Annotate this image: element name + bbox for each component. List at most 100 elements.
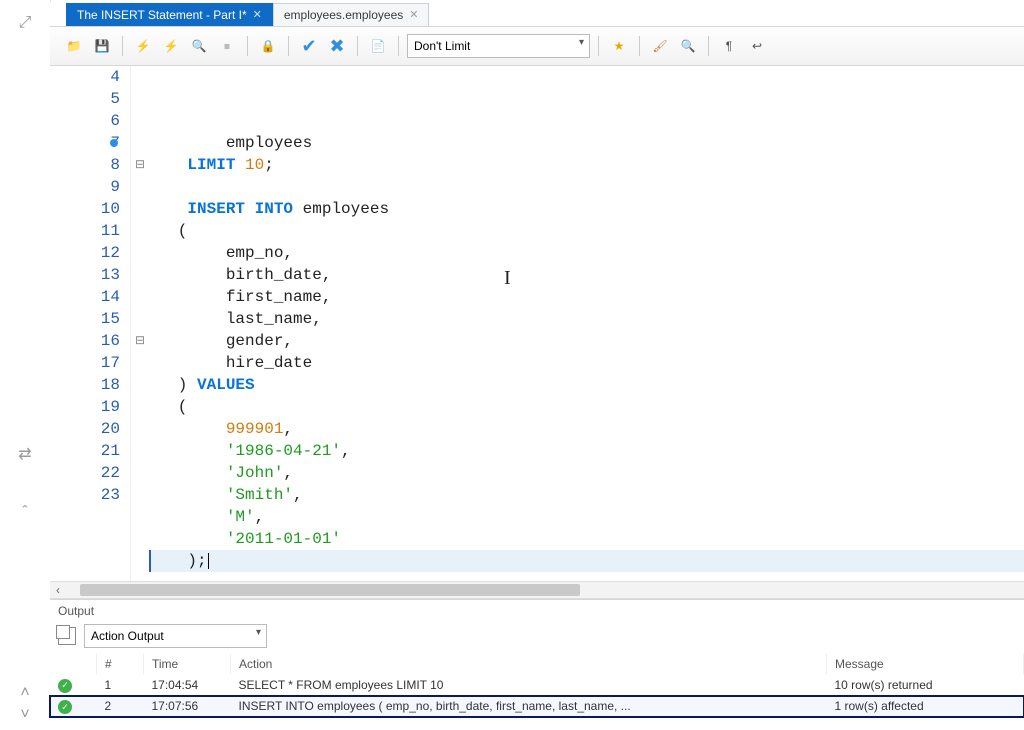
line-number: 10 (50, 198, 120, 220)
output-table: # Time Action Message ✓117:04:54SELECT *… (50, 654, 1024, 717)
explain-button[interactable]: 🔍 (187, 34, 211, 58)
output-panel: Output # Time Action Message ✓117:04:54S… (50, 599, 1024, 717)
code-line[interactable]: 'M', (149, 506, 1024, 528)
toolbar-separator (357, 36, 358, 56)
line-number: 11 (50, 220, 120, 242)
toolbar-separator (398, 36, 399, 56)
code-line[interactable]: 'John', (149, 462, 1024, 484)
cell-idx: 2 (97, 696, 144, 718)
code-line[interactable]: ( (149, 220, 1024, 242)
fold-toggle-icon[interactable]: ⊟ (131, 330, 149, 352)
left-sidebar: ⤢ ⇄ ˆ ˄ ˅ (0, 0, 51, 717)
scroll-thumb[interactable] (80, 584, 580, 596)
lightning-cursor-icon: ⚡ (164, 39, 179, 53)
fold-gutter-cell (131, 132, 149, 154)
output-title: Output (50, 600, 1024, 622)
code-line[interactable]: ) VALUES (149, 374, 1024, 396)
tab-employees-employees[interactable]: employees.employees ✕ (273, 3, 430, 26)
document-icon: 📄 (371, 39, 386, 53)
code-line[interactable] (149, 176, 1024, 198)
tab-insert-statement[interactable]: The INSERT Statement - Part I* ✕ (66, 3, 273, 26)
code-line[interactable]: last_name, (149, 308, 1024, 330)
beautify-button[interactable]: ★ (607, 34, 631, 58)
fold-gutter-cell (131, 264, 149, 286)
code-line[interactable]: LIMIT 10; (149, 154, 1024, 176)
execute-current-button[interactable]: ⚡ (159, 34, 183, 58)
refresh-icon[interactable]: ⇄ (0, 438, 50, 470)
line-number: 16 (50, 330, 120, 352)
code-line[interactable]: gender, (149, 330, 1024, 352)
editor-tabs: The INSERT Statement - Part I* ✕ employe… (50, 2, 1024, 26)
toolbar-separator (247, 36, 248, 56)
line-number: 4 (50, 66, 120, 88)
fold-gutter-cell (131, 462, 149, 484)
line-number: 21 (50, 440, 120, 462)
code-line[interactable]: '1986-04-21', (149, 440, 1024, 462)
stop-button[interactable]: ⏹ (215, 34, 239, 58)
tab-label: employees.employees (284, 4, 403, 26)
main-area: The INSERT Statement - Part I* ✕ employe… (50, 0, 1024, 717)
sql-editor[interactable]: 4567891011121314151617181920212223 ⊟⊟ I … (50, 66, 1024, 581)
cell-message: 10 row(s) returned (827, 674, 1024, 696)
copy-icon[interactable] (58, 627, 76, 645)
line-number: 20 (50, 418, 120, 440)
code-line[interactable]: 999901, (149, 418, 1024, 440)
code-line[interactable]: '2011-01-01' (149, 528, 1024, 550)
code-line[interactable]: birth_date, (149, 264, 1024, 286)
code-line[interactable]: hire_date (149, 352, 1024, 374)
code-line[interactable]: INSERT INTO employees (149, 198, 1024, 220)
find-button[interactable]: 🔍 (676, 34, 700, 58)
code-line[interactable]: ); (149, 550, 1024, 572)
fold-gutter-cell (131, 352, 149, 374)
wrap-button[interactable]: ↩ (745, 34, 769, 58)
rollback-button[interactable]: ✖ (325, 34, 349, 58)
code-line[interactable]: employees (149, 132, 1024, 154)
code-line[interactable]: 'Smith', (149, 484, 1024, 506)
brush-button[interactable]: 🖌 (648, 34, 672, 58)
lock-icon: 🔒 (261, 39, 276, 53)
chevron-up-icon[interactable]: ˆ (0, 498, 50, 528)
fold-gutter-cell (131, 286, 149, 308)
fold-gutter-cell (131, 220, 149, 242)
code-area[interactable]: I employees LIMIT 10; INSERT INTO employ… (149, 66, 1024, 581)
output-mode-select[interactable] (84, 624, 267, 648)
magnify-icon: 🔍 (192, 39, 207, 53)
editor-horizontal-scrollbar[interactable]: ‹ (50, 581, 1024, 599)
text-caret (208, 553, 209, 569)
output-row[interactable]: ✓217:07:56INSERT INTO employees ( emp_no… (50, 696, 1024, 718)
toolbar-separator (598, 36, 599, 56)
line-number: 14 (50, 286, 120, 308)
statement-marker-icon (110, 139, 118, 147)
scroll-left-icon[interactable]: ‹ (50, 582, 66, 598)
code-line[interactable]: emp_no, (149, 242, 1024, 264)
execute-button[interactable]: ⚡ (131, 34, 155, 58)
close-icon[interactable]: ✕ (409, 4, 418, 26)
stop-icon: ⏹ (224, 39, 230, 54)
code-line[interactable]: first_name, (149, 286, 1024, 308)
toggle-invisible-button[interactable]: ¶ (717, 34, 741, 58)
fold-gutter-cell (131, 198, 149, 220)
output-toolbar (50, 622, 1024, 654)
commit-button[interactable]: ✔ (297, 34, 321, 58)
fold-toggle-icon[interactable]: ⊟ (131, 154, 149, 176)
snippets-button[interactable]: 📄 (366, 34, 390, 58)
code-line[interactable]: ( (149, 396, 1024, 418)
line-number: 18 (50, 374, 120, 396)
output-row[interactable]: ✓117:04:54SELECT * FROM employees LIMIT … (50, 674, 1024, 696)
fold-gutter-cell (131, 242, 149, 264)
limit-rows-select[interactable] (407, 34, 590, 58)
star-icon: ★ (614, 39, 625, 53)
spinner-down-icon[interactable]: ˅ (0, 700, 50, 730)
cancel-circle-icon: ✖ (329, 36, 344, 57)
fold-gutter-cell (131, 176, 149, 198)
open-file-button[interactable]: 📁 (62, 34, 86, 58)
save-button[interactable]: 💾 (90, 34, 114, 58)
output-header-row: # Time Action Message (50, 654, 1024, 674)
line-number: 13 (50, 264, 120, 286)
toggle-autocommit-button[interactable]: 🔒 (256, 34, 280, 58)
close-icon[interactable]: ✕ (253, 4, 262, 26)
brush-icon: 🖌 (652, 39, 667, 53)
cell-idx: 1 (97, 674, 144, 696)
line-number: 17 (50, 352, 120, 374)
expand-icon[interactable]: ⤢ (0, 8, 50, 38)
